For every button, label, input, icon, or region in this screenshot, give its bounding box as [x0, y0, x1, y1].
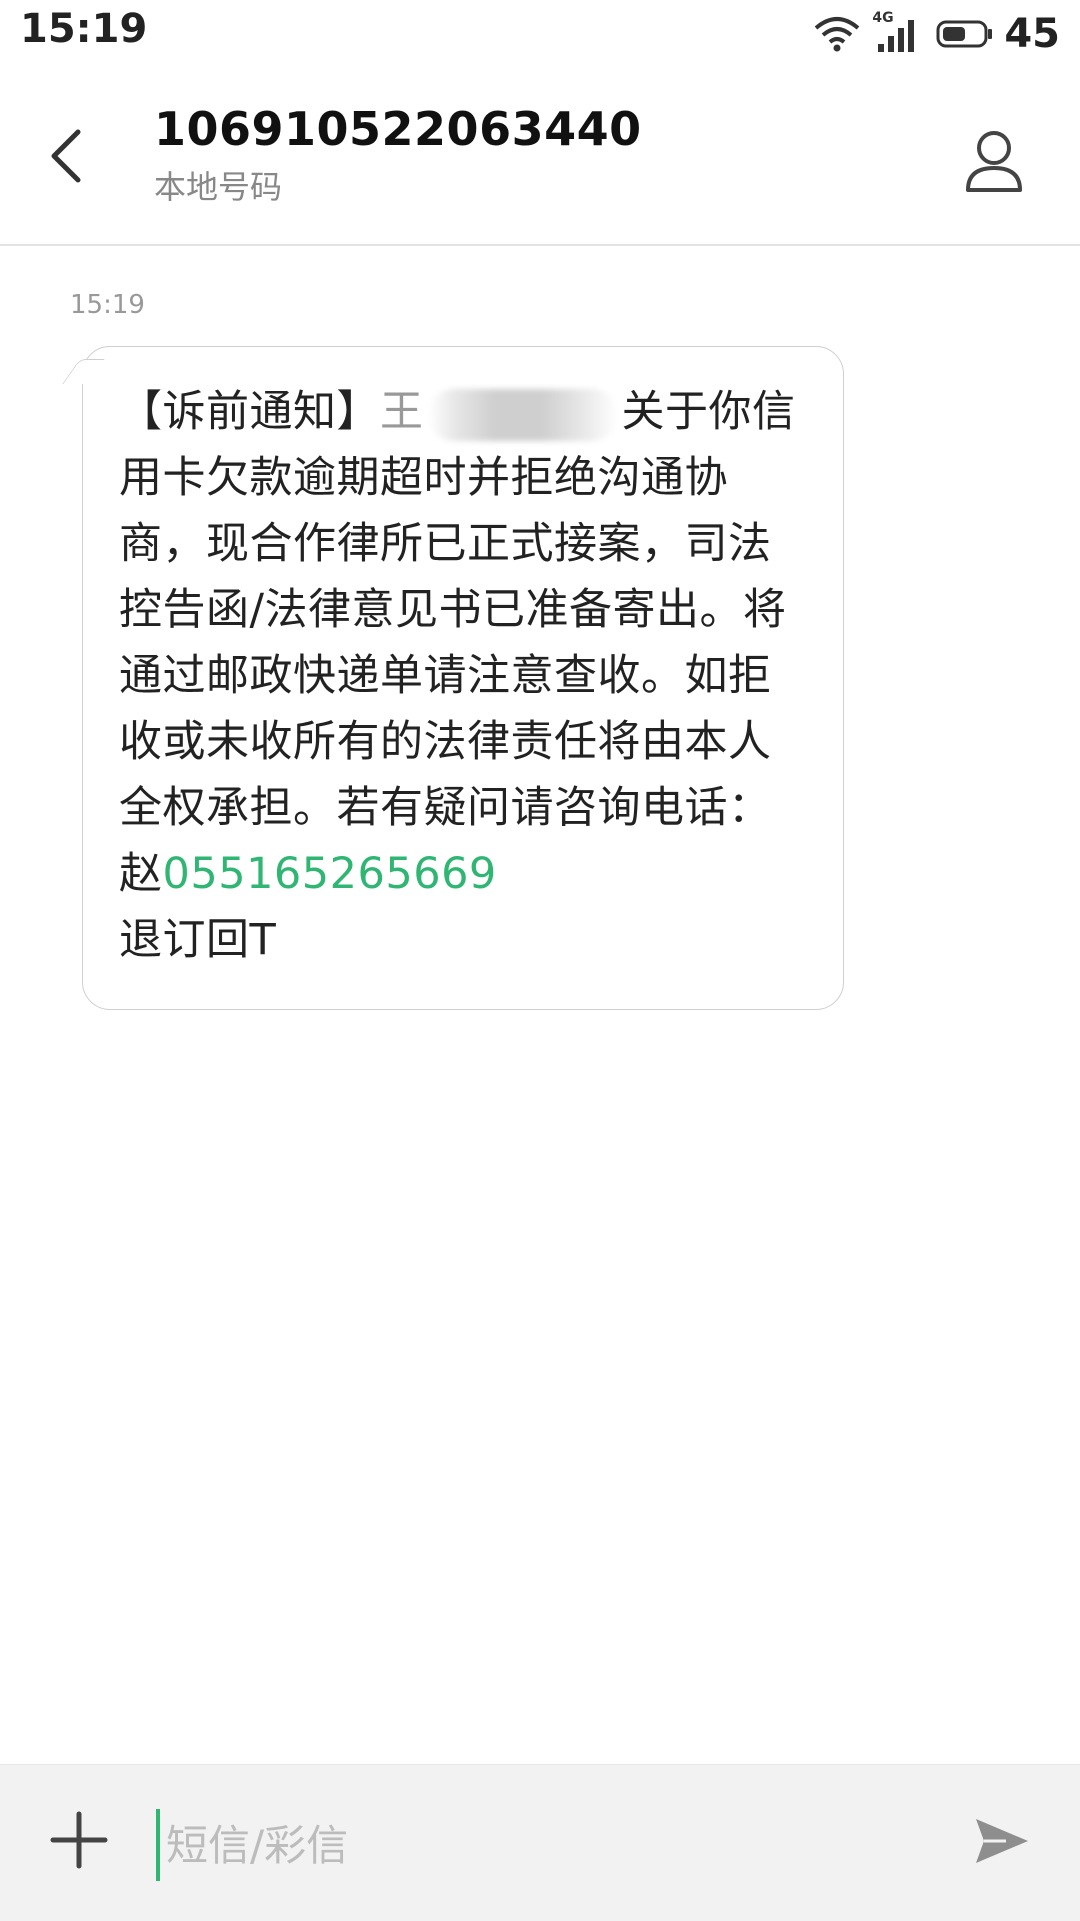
send-icon [972, 1813, 1032, 1873]
message-bubble[interactable]: 【诉前通知】王 关于你信用卡欠款逾期超时并拒绝沟通协商，现合作律所已正式接案，司法… [62, 346, 844, 1010]
contact-subtitle: 本地号码 [154, 168, 283, 206]
message-timestamp: 15:19 [70, 290, 145, 320]
composer-bar [0, 1764, 1080, 1921]
back-button[interactable] [36, 118, 96, 198]
battery-level: 45 [1004, 11, 1060, 57]
status-time: 15:19 [20, 6, 148, 52]
message-text-body: 关于你信用卡欠款逾期超时并拒绝沟通协商，现合作律所已正式接案，司法控告函/法律意… [119, 387, 796, 899]
person-icon [964, 126, 1024, 200]
chevron-left-icon [48, 128, 84, 188]
status-bar: 15:19 4G 45 [0, 0, 1080, 66]
status-icons: 4G 45 [812, 6, 1060, 62]
contact-number: 106910522063440 [154, 102, 642, 156]
redacted-area [427, 388, 618, 441]
wifi-icon [812, 14, 862, 54]
send-button[interactable] [964, 1805, 1040, 1881]
conversation-header: 106910522063440 本地号码 [0, 66, 1080, 246]
message-text-name-initial: 王 [380, 387, 424, 437]
message-text-prefix: 【诉前通知】 [119, 387, 380, 437]
signal-icon: 4G [870, 10, 922, 54]
phone-number-link[interactable]: 055165265669 [163, 849, 497, 899]
contact-button[interactable] [954, 118, 1034, 208]
message-bubble-wrapper: 【诉前通知】王 关于你信用卡欠款逾期超时并拒绝沟通协商，现合作律所已正式接案，司法… [62, 346, 848, 1010]
add-attachment-button[interactable] [44, 1807, 114, 1877]
contact-title: 106910522063440 本地号码 [154, 102, 642, 208]
battery-icon [936, 19, 994, 49]
sms-input[interactable] [156, 1809, 928, 1881]
message-text-unsubscribe: 退订回T [119, 915, 277, 965]
bubble-tail [62, 359, 105, 384]
plus-icon [49, 1810, 109, 1874]
network-type-label: 4G [872, 10, 894, 26]
